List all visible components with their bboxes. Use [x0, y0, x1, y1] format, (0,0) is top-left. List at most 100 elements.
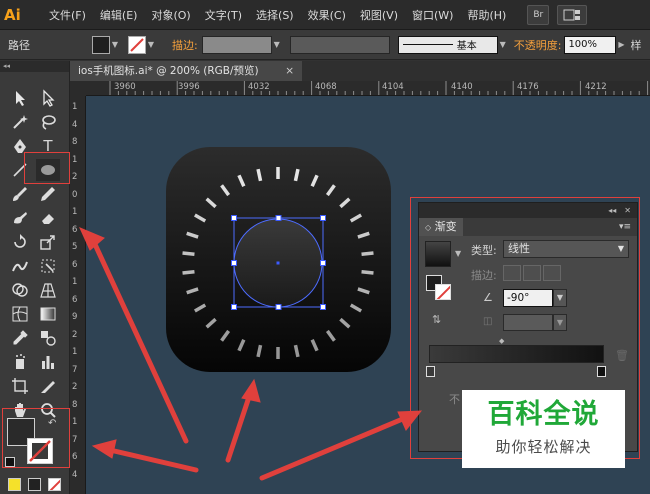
- chevron-down-icon[interactable]: ▼: [110, 40, 120, 49]
- clock-app-icon: [166, 147, 391, 372]
- eraser-icon: [42, 214, 54, 224]
- artboard-tool[interactable]: [8, 375, 32, 397]
- free-transform-tool[interactable]: [36, 255, 60, 277]
- clock-tick: [182, 270, 195, 275]
- annotation-box-fill-stroke: [2, 408, 70, 468]
- ruler-label: 1: [72, 347, 78, 357]
- symbol-sprayer-tool[interactable]: [8, 351, 32, 373]
- menu-file[interactable]: 文件(F): [42, 7, 93, 23]
- stroke-weight-stepper[interactable]: [201, 35, 272, 54]
- chevron-down-icon[interactable]: ▼: [272, 40, 282, 49]
- ruler-origin[interactable]: [70, 81, 86, 96]
- menu-object[interactable]: 对象(O): [144, 7, 197, 23]
- perspective-grid-icon: [40, 283, 56, 298]
- ruler-label: 2: [72, 172, 78, 182]
- mesh-tool[interactable]: [8, 303, 32, 325]
- document-tab[interactable]: ios手机图标.ai* @ 200% (RGB/预览) ×: [70, 61, 302, 81]
- fill-swatch[interactable]: [92, 35, 110, 54]
- selection-tool[interactable]: [8, 87, 32, 109]
- gradient-mode-button[interactable]: [28, 478, 41, 491]
- bridge-button[interactable]: Br: [527, 4, 550, 25]
- eyedropper-icon: [13, 330, 28, 345]
- none-mode-button[interactable]: [48, 478, 61, 491]
- perspective-grid-tool[interactable]: [36, 279, 60, 301]
- magic-wand-tool[interactable]: [8, 111, 32, 133]
- opacity-input[interactable]: 100%: [564, 35, 617, 54]
- brush-definition-select[interactable]: 基本: [397, 35, 498, 54]
- menu-help[interactable]: 帮助(H): [460, 7, 513, 23]
- slice-icon: [41, 381, 55, 393]
- magic-wand-icon: [13, 115, 28, 129]
- ruler-label: 4: [72, 469, 78, 480]
- ruler-label: 5: [72, 242, 78, 252]
- paintbrush-icon: [13, 187, 27, 201]
- document-tab-title: ios手机图标.ai* @ 200% (RGB/预览): [78, 65, 259, 77]
- gradient-tool[interactable]: [36, 303, 60, 325]
- scale-tool[interactable]: [36, 231, 60, 253]
- arrow-white-icon: [43, 89, 55, 107]
- clock-tick: [256, 344, 263, 358]
- menu-select[interactable]: 选择(S): [249, 7, 301, 23]
- slice-tool[interactable]: [36, 375, 60, 397]
- chevron-down-icon[interactable]: ▶: [616, 40, 626, 49]
- warp-tool[interactable]: [8, 255, 32, 277]
- column-graph-tool[interactable]: [36, 351, 60, 373]
- shape-builder-icon: [12, 283, 28, 297]
- gradient-icon: [40, 307, 56, 321]
- app-logo: Ai: [4, 5, 21, 24]
- color-mode-button[interactable]: [8, 478, 21, 491]
- opacity-label: 不透明度:: [513, 38, 562, 52]
- rotate-tool[interactable]: [8, 231, 32, 253]
- menu-view[interactable]: 视图(V): [353, 7, 405, 23]
- ruler-label: 1: [72, 154, 78, 165]
- bridge-label: Br: [533, 9, 544, 20]
- variable-width-profile[interactable]: [289, 35, 390, 54]
- center-point: [276, 261, 280, 265]
- ruler-label: 4212: [585, 82, 607, 92]
- ruler-ticks: [109, 81, 649, 95]
- chevron-down-icon[interactable]: ▼: [146, 40, 156, 49]
- free-transform-icon: [41, 259, 55, 273]
- stroke-swatch[interactable]: [128, 35, 146, 54]
- watermark-subtitle: 助你轻松解决: [495, 438, 592, 456]
- blend-tool[interactable]: [36, 327, 60, 349]
- watermark-title: 百科全说: [487, 399, 600, 430]
- ruler-label: 4068: [315, 82, 337, 92]
- arrange-documents-button[interactable]: [557, 4, 588, 25]
- collapse-arrows-icon[interactable]: ◂◂: [0, 61, 69, 72]
- horizontal-ruler[interactable]: 3960 3996 4032 4068 4104 4140 4176 4212: [86, 81, 650, 96]
- rotate-icon: [14, 234, 26, 248]
- menu-bar: Ai 文件(F) 编辑(E) 对象(O) 文字(T) 选择(S) 效果(C) 视…: [0, 0, 650, 30]
- menu-type[interactable]: 文字(T): [198, 7, 249, 23]
- vertical-ruler[interactable]: 1481201656169217281764: [70, 96, 86, 494]
- eraser-tool[interactable]: [36, 207, 60, 229]
- ruler-label: 4: [72, 119, 78, 130]
- clock-tick: [293, 168, 300, 182]
- shape-builder-tool[interactable]: [8, 279, 32, 301]
- lasso-tool[interactable]: [36, 111, 60, 133]
- menu-effect[interactable]: 效果(C): [301, 7, 353, 23]
- menu-edit[interactable]: 编辑(E): [93, 7, 145, 23]
- menu-window[interactable]: 窗口(W): [405, 7, 460, 23]
- paintbrush-tool[interactable]: [8, 183, 32, 205]
- ruler-label: 8: [72, 137, 78, 147]
- document-tab-bar: ios手机图标.ai* @ 200% (RGB/预览) ×: [70, 61, 650, 81]
- ruler-label: 4104: [382, 82, 404, 92]
- none-slash-icon: [49, 479, 60, 490]
- chevron-down-icon[interactable]: ▼: [498, 40, 508, 49]
- close-tab-icon[interactable]: ×: [285, 61, 294, 81]
- blend-icon: [41, 331, 56, 346]
- ruler-label: 6: [72, 224, 78, 235]
- clock-tick: [182, 251, 195, 256]
- control-bar: 路径 ▼ ▼ 描边: ▼ 基本 ▼ 不透明度: 100% ▶ 样: [0, 30, 650, 60]
- column-graph-icon: [42, 356, 54, 369]
- direct-selection-tool[interactable]: [36, 87, 60, 109]
- mesh-icon: [12, 306, 28, 322]
- ruler-label: 7: [72, 364, 78, 375]
- pencil-tool[interactable]: [36, 183, 60, 205]
- blob-brush-tool[interactable]: [8, 207, 32, 229]
- ruler-label: 4032: [248, 82, 270, 92]
- clock-tick: [293, 344, 300, 358]
- eyedropper-tool[interactable]: [8, 327, 32, 349]
- arrange-grid-icon: [563, 9, 581, 20]
